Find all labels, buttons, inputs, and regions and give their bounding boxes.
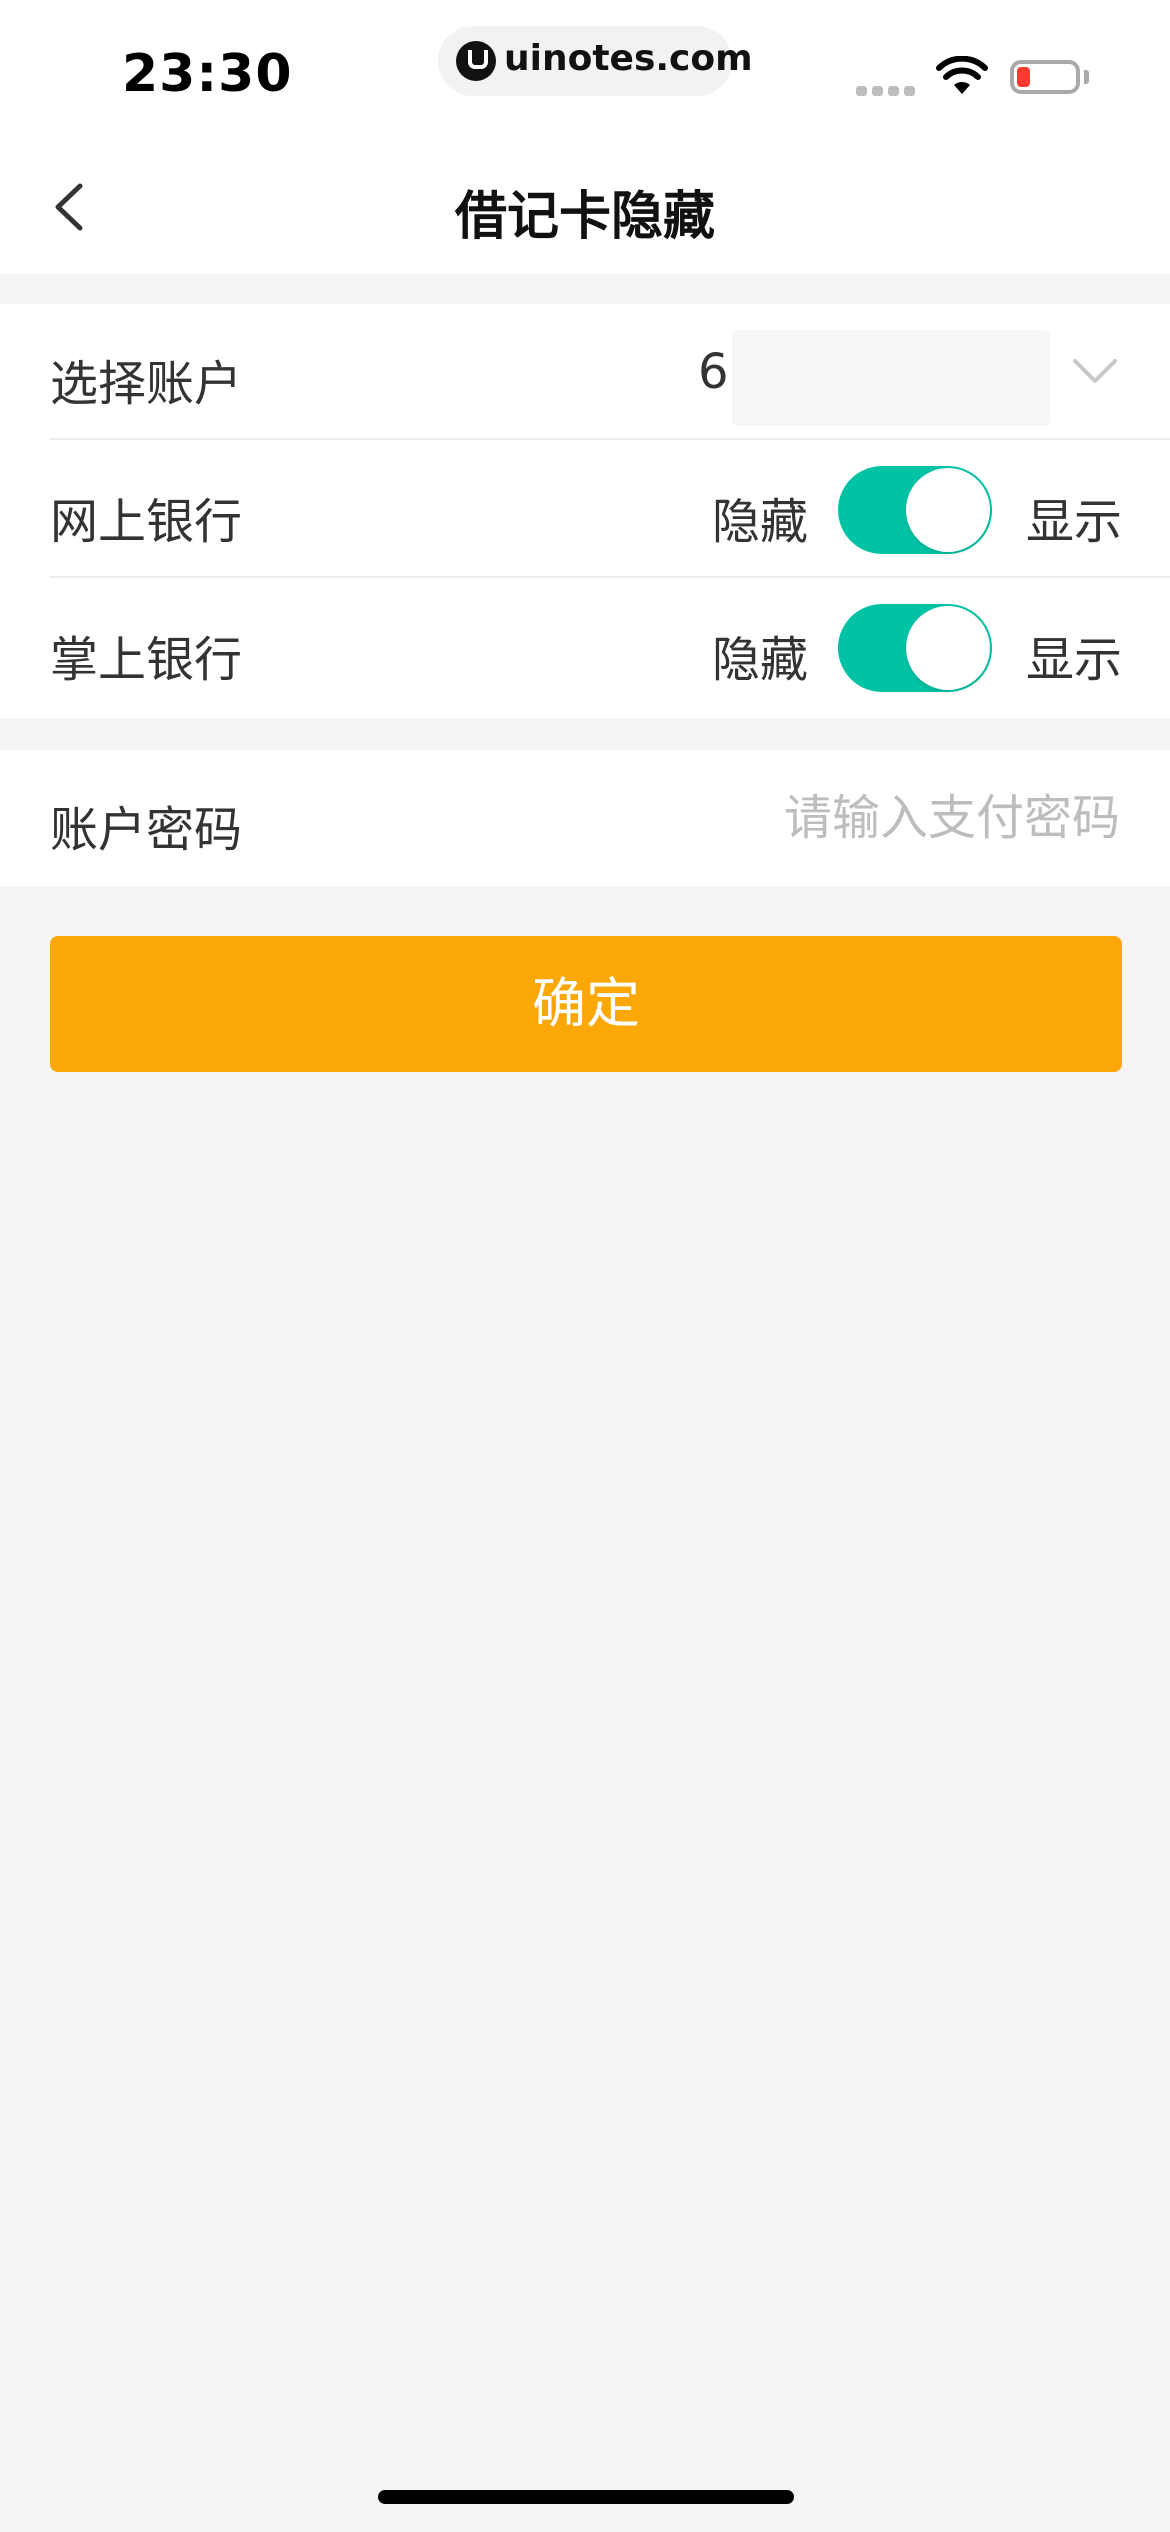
online-banking-toggle[interactable]	[838, 466, 992, 554]
confirm-button[interactable]: 确定	[50, 936, 1122, 1072]
status-time: 23:30	[122, 44, 293, 104]
online-banking-row: 网上银行 隐藏 显示	[0, 442, 1170, 578]
mobile-banking-label: 掌上银行	[50, 632, 243, 688]
show-label: 显示	[1026, 632, 1123, 688]
show-label: 显示	[1026, 494, 1123, 550]
header: 23:30 uinotes.com 借记卡隐藏	[0, 0, 1170, 274]
toggle-knob	[906, 606, 990, 690]
mobile-banking-row: 掌上银行 隐藏 显示	[0, 580, 1170, 716]
account-number: 6	[698, 344, 729, 400]
password-card: 账户密码	[0, 750, 1170, 886]
payment-password-input[interactable]	[600, 780, 1120, 856]
url-pill[interactable]: uinotes.com	[438, 26, 753, 96]
url-text: uinotes.com	[504, 38, 753, 79]
hide-label: 隐藏	[712, 494, 809, 550]
battery-icon	[1010, 60, 1080, 94]
chevron-down-icon[interactable]	[1072, 358, 1118, 384]
divider	[50, 576, 1170, 578]
battery-level	[1017, 67, 1030, 87]
battery-tip	[1084, 70, 1089, 84]
account-number-mask	[732, 330, 1050, 426]
mobile-banking-toggle[interactable]	[838, 604, 992, 692]
divider	[50, 438, 1170, 440]
page-title: 借记卡隐藏	[454, 187, 715, 247]
password-label: 账户密码	[50, 802, 243, 858]
cellular-signal-icon	[856, 86, 916, 96]
account-label: 选择账户	[50, 356, 243, 412]
account-select-row[interactable]: 选择账户 6	[0, 304, 1170, 440]
wifi-icon	[936, 56, 988, 94]
home-indicator[interactable]	[378, 2490, 794, 2504]
site-logo-icon	[456, 41, 496, 81]
online-banking-label: 网上银行	[50, 494, 243, 550]
hide-label: 隐藏	[712, 632, 809, 688]
toggle-knob	[906, 468, 990, 552]
settings-card: 选择账户 6 网上银行 隐藏 显示 掌上银行 隐藏 显示	[0, 304, 1170, 718]
